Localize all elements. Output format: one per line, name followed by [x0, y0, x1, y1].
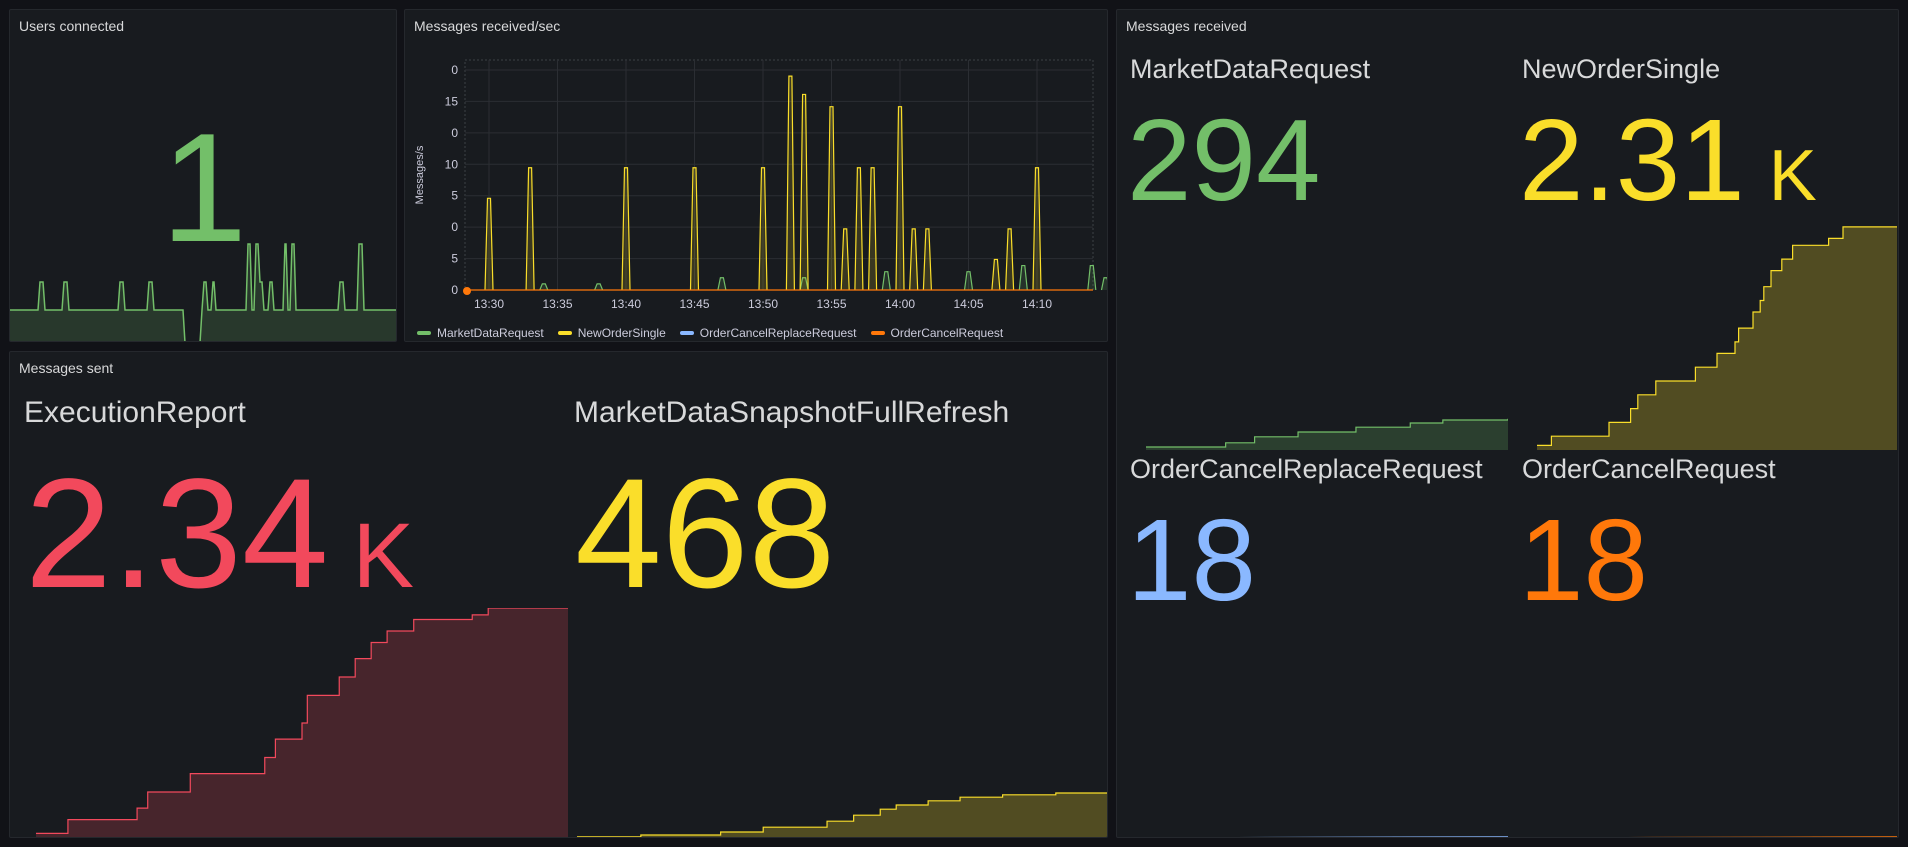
- series-spike: [1087, 264, 1097, 291]
- y-axis-label: Messages/s: [414, 145, 426, 204]
- legend-item[interactable]: MarketDataRequest: [417, 326, 544, 340]
- stat-label-order-cancel-request: OrderCancelRequest: [1522, 454, 1776, 484]
- users-connected-value: 1: [160, 101, 248, 274]
- series-spike: [539, 283, 549, 291]
- legend-swatch: [557, 331, 572, 335]
- stat-label-new-order-single: NewOrderSingle: [1522, 54, 1721, 84]
- series-spike: [963, 271, 974, 291]
- stat-unit: K: [352, 505, 414, 607]
- panel-title: Messages sent: [19, 360, 114, 376]
- series-spike: [868, 167, 878, 291]
- x-tick-label: 13:30: [474, 297, 504, 311]
- y-tick-label: 0: [451, 220, 458, 234]
- x-tick-label: 14:10: [1022, 297, 1052, 311]
- series-spike: [854, 167, 864, 291]
- x-tick-label: 13:55: [816, 297, 846, 311]
- messages-received-panel: Messages received MarketDataRequest 294 …: [1116, 9, 1899, 838]
- stat-label-order-cancel-replace-request: OrderCancelReplaceRequest: [1130, 454, 1483, 484]
- y-tick-label: 0: [451, 283, 458, 297]
- x-tick-label: 13:45: [679, 297, 709, 311]
- sparkline-area: [577, 793, 1107, 837]
- series-spike: [826, 106, 837, 291]
- y-tick-label: 15: [445, 94, 459, 108]
- stat-number: 2.34: [25, 447, 329, 621]
- order-cancel-sparkline: [1626, 836, 1897, 837]
- stat-value-market-data-request: 294: [1127, 95, 1321, 225]
- messages-rate-panel: Messages received/sec 0 5 0 5 10 0 15 0 13:30 13:…: [404, 9, 1108, 342]
- stat-label-execution-report: ExecutionReport: [24, 396, 246, 429]
- market-data-snapshot-sparkline: [577, 792, 1107, 837]
- market-data-request-sparkline: [1146, 418, 1508, 450]
- panel-title: Messages received: [1126, 18, 1247, 34]
- series-spike: [1005, 228, 1015, 291]
- sparkline-line: [1236, 836, 1508, 837]
- series-spike: [689, 167, 700, 291]
- series-spike: [484, 197, 494, 291]
- series-spike: [785, 75, 795, 291]
- stat-label-market-data-request: MarketDataRequest: [1130, 54, 1371, 84]
- order-cancel-replace-sparkline: [1236, 836, 1508, 837]
- legend-label: MarketDataRequest: [437, 326, 544, 340]
- x-tick-label: 13:35: [542, 297, 572, 311]
- series-spike: [1032, 167, 1042, 291]
- series-spike: [717, 277, 727, 291]
- legend-item[interactable]: OrderCancelRequest: [870, 326, 1004, 340]
- stat-value-execution-report: 2.34 K: [25, 456, 414, 612]
- stat-unit: K: [1768, 136, 1817, 216]
- x-tick-label: 13:40: [611, 297, 641, 311]
- rate-chart: 0 5 0 5 10 0 15 0 13:30 13:35 13:40 13:45 13:50 13:55…: [414, 59, 1107, 311]
- series-spike: [799, 93, 809, 291]
- y-tick-label: 5: [451, 252, 458, 266]
- new-order-single-sparkline: [1537, 226, 1897, 450]
- sparkline-line: [1626, 836, 1897, 837]
- messages-sent-panel: Messages sent ExecutionReport 2.34 K Mark…: [9, 351, 1108, 838]
- series-spike: [621, 167, 631, 291]
- legend-label: OrderCancelReplaceRequest: [699, 326, 857, 340]
- sparkline-area: [1146, 418, 1508, 450]
- stat-number: 2.31: [1519, 95, 1745, 225]
- x-tick-label: 14:05: [953, 297, 983, 311]
- legend-label: NewOrderSingle: [577, 326, 666, 340]
- series-spike: [840, 228, 850, 291]
- x-tick-label: 14:00: [885, 297, 915, 311]
- legend-swatch: [417, 331, 431, 335]
- execution-report-sparkline: [36, 608, 568, 837]
- stat-value-new-order-single: 2.31 K: [1519, 102, 1817, 218]
- stat-value-order-cancel-replace-request: 18: [1127, 495, 1257, 625]
- series-spike: [922, 228, 932, 291]
- series-spike: [895, 106, 905, 291]
- sparkline-area: [1537, 226, 1897, 450]
- legend-item[interactable]: OrderCancelReplaceRequest: [679, 326, 857, 340]
- y-tick-label: 5: [451, 189, 458, 203]
- series-spike: [758, 167, 768, 291]
- series-point-marker[interactable]: [463, 287, 471, 295]
- plot-frame: [464, 59, 1094, 291]
- y-tick-label: 0: [451, 63, 458, 77]
- series-spike: [1018, 264, 1028, 291]
- series-spike: [991, 258, 1001, 291]
- series-spike: [1100, 277, 1107, 291]
- users-connected-panel: Users connected 1: [9, 9, 397, 342]
- series-spike: [525, 167, 535, 291]
- legend-label: OrderCancelRequest: [890, 326, 1004, 340]
- stat-value-order-cancel-request: 18: [1519, 495, 1649, 625]
- series-spike: [881, 271, 891, 291]
- legend-item[interactable]: NewOrderSingle: [557, 326, 666, 340]
- legend-swatch: [870, 331, 885, 335]
- stat-label-market-data-snapshot-full-refresh: MarketDataSnapshotFullRefresh: [574, 396, 1010, 429]
- y-tick-label: 10: [445, 157, 459, 171]
- series-spike: [909, 228, 919, 291]
- y-tick-label: 0: [451, 126, 458, 140]
- chart-legend: MarketDataRequest NewOrderSingle OrderCa…: [417, 326, 1003, 340]
- series-spike: [594, 283, 604, 291]
- stat-value-market-data-snapshot-full-refresh: 468: [575, 447, 836, 621]
- legend-swatch: [679, 331, 694, 335]
- x-tick-label: 13:50: [748, 297, 778, 311]
